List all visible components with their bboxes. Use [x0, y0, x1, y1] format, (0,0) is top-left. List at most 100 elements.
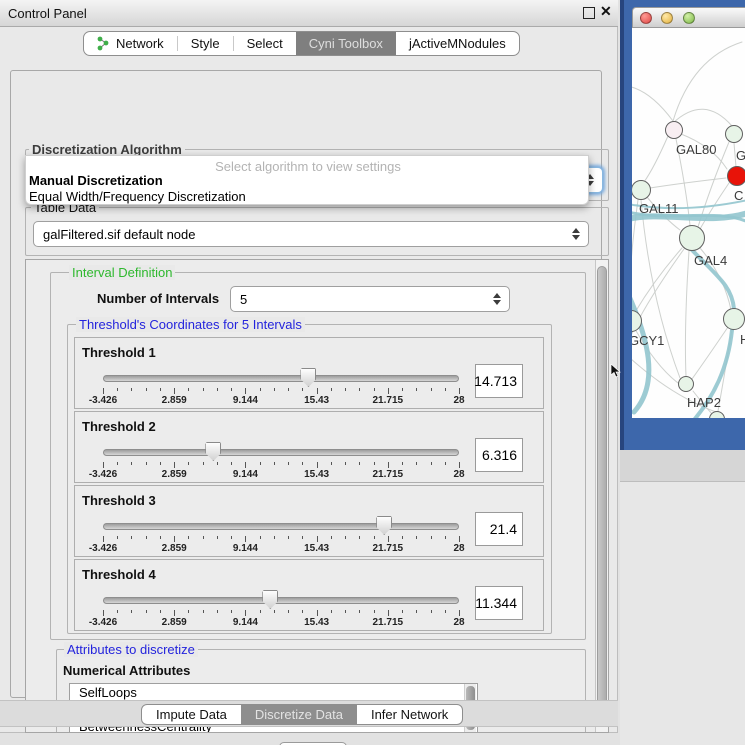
- slider-tick: [459, 462, 460, 468]
- slider-tick-label: 2.859: [162, 543, 187, 554]
- network-edges: [632, 28, 745, 418]
- slider-tick: [459, 610, 460, 616]
- dropdown-option-manual[interactable]: Manual Discretization: [29, 173, 163, 188]
- slider-track[interactable]: [103, 523, 459, 530]
- algorithm-dropdown-popup: Select algorithm to view settings Manual…: [25, 155, 589, 205]
- settings-scroll-area: Number of Intervals 5 Interval Definitio…: [25, 259, 609, 733]
- slider-thumb[interactable]: [262, 590, 278, 609]
- slider-tick: [231, 388, 232, 391]
- tab-label: Network: [116, 36, 164, 51]
- slider-tick: [174, 536, 175, 542]
- slider-tick: [345, 610, 346, 613]
- close-icon[interactable]: ✕: [600, 3, 612, 20]
- network-node-c[interactable]: [727, 166, 745, 186]
- slider-tick: [345, 536, 346, 539]
- tab-cyni-toolbox[interactable]: Cyni Toolbox: [296, 32, 396, 55]
- slider-tick: [117, 536, 118, 539]
- slider-tick: [374, 610, 375, 613]
- slider-tick-label: 28: [453, 617, 464, 628]
- slider-tick: [317, 388, 318, 394]
- threshold-value-field[interactable]: 6.316: [475, 438, 523, 472]
- network-edge: [685, 251, 689, 376]
- network-canvas[interactable]: GAL80GACGAL11GAL4GCY1HHAP2: [632, 28, 745, 418]
- threshold-value-field[interactable]: 21.4: [475, 512, 523, 546]
- node-label: GA: [736, 148, 745, 163]
- threshold-value-field[interactable]: 14.713: [475, 364, 523, 398]
- tab-label: Select: [247, 36, 283, 51]
- slider-tick: [174, 610, 175, 616]
- slider-tick: [302, 388, 303, 391]
- slider-tick: [288, 536, 289, 539]
- slider-tick: [117, 388, 118, 391]
- slider-tick: [217, 388, 218, 391]
- network-node-h[interactable]: [723, 308, 745, 330]
- slider-tick: [245, 610, 246, 616]
- tab-discretize-data[interactable]: Discretize Data: [241, 705, 357, 724]
- interval-definition-label: Interval Definition: [69, 265, 175, 280]
- threshold-value-field[interactable]: 11.344: [475, 586, 523, 620]
- node-label: GAL80: [676, 142, 716, 157]
- network-edge: [673, 42, 742, 121]
- slider-tick: [231, 536, 232, 539]
- tab-select[interactable]: Select: [234, 32, 296, 55]
- node-label: GAL11: [639, 201, 679, 216]
- tab-impute-data[interactable]: Impute Data: [142, 705, 241, 724]
- tab-infer-network[interactable]: Infer Network: [357, 705, 462, 724]
- slider-thumb[interactable]: [376, 516, 392, 535]
- dropdown-option-equal-width[interactable]: Equal Width/Frequency Discretization: [29, 189, 246, 204]
- node-label: H: [740, 332, 745, 347]
- threshold-1-box: Threshold 1-3.4262.8599.14415.4321.71528…: [74, 337, 544, 409]
- tab-label: Style: [191, 36, 220, 51]
- slider-tick: [260, 388, 261, 391]
- slider-track[interactable]: [103, 597, 459, 604]
- slider-tick: [374, 388, 375, 391]
- table-data-combobox[interactable]: galFiltered.sif default node: [33, 221, 589, 247]
- slider-tick: [374, 462, 375, 465]
- control-panel-titlebar[interactable]: Control Panel ✕: [0, 0, 618, 27]
- slider-tick-label: -3.426: [89, 395, 117, 406]
- close-traffic-light-icon[interactable]: [640, 12, 652, 24]
- slider-track[interactable]: [103, 449, 459, 456]
- tab-style[interactable]: Style: [178, 32, 233, 55]
- bottom-tab-bar: Impute DataDiscretize DataInfer Network: [141, 704, 463, 725]
- slider-tick: [359, 536, 360, 539]
- slider-tick-label: 28: [453, 395, 464, 406]
- slider-tick: [345, 462, 346, 465]
- slider-tick: [160, 462, 161, 465]
- tab-network[interactable]: Network: [84, 32, 177, 55]
- minimize-traffic-light-icon[interactable]: [661, 12, 673, 24]
- network-node-hap2[interactable]: [678, 376, 694, 392]
- slider-tick: [260, 536, 261, 539]
- network-node-ga[interactable]: [725, 125, 743, 143]
- slider-tick: [431, 610, 432, 613]
- network-node-gal11[interactable]: [632, 180, 651, 200]
- tab-jactivemnodules[interactable]: jActiveMNodules: [396, 32, 519, 55]
- slider-tick: [146, 610, 147, 613]
- tab-label: jActiveMNodules: [409, 36, 506, 51]
- stepper-icon: [493, 293, 501, 305]
- main-scrollbar-thumb[interactable]: [597, 266, 607, 726]
- network-node-gal80[interactable]: [665, 121, 683, 139]
- slider-tick: [416, 610, 417, 613]
- threshold-3-box: Threshold 3-3.4262.8599.14415.4321.71528…: [74, 485, 544, 557]
- float-window-icon[interactable]: [583, 7, 595, 19]
- attribute-item[interactable]: SelfLoops: [70, 684, 477, 701]
- slider-thumb[interactable]: [300, 368, 316, 387]
- slider-tick: [174, 388, 175, 394]
- slider-tick: [174, 462, 175, 468]
- slider-tick: [388, 610, 389, 616]
- zoom-traffic-light-icon[interactable]: [683, 12, 695, 24]
- slider-tick: [188, 610, 189, 613]
- slider-track[interactable]: [103, 375, 459, 382]
- slider-tick: [402, 536, 403, 539]
- network-node-gal4[interactable]: [679, 225, 705, 251]
- network-edge: [650, 178, 726, 188]
- table-panel-header: Table Panel: [620, 450, 745, 482]
- slider-thumb[interactable]: [205, 442, 221, 461]
- top-tab-bar: Network Style Select Cyni Toolbox jActiveMNo…: [83, 31, 520, 56]
- number-of-intervals-combobox[interactable]: 5: [230, 286, 510, 312]
- slider-tick: [260, 610, 261, 613]
- number-of-intervals-label: Number of Intervals: [97, 291, 219, 306]
- slider-tick: [359, 388, 360, 391]
- slider-tick: [131, 388, 132, 391]
